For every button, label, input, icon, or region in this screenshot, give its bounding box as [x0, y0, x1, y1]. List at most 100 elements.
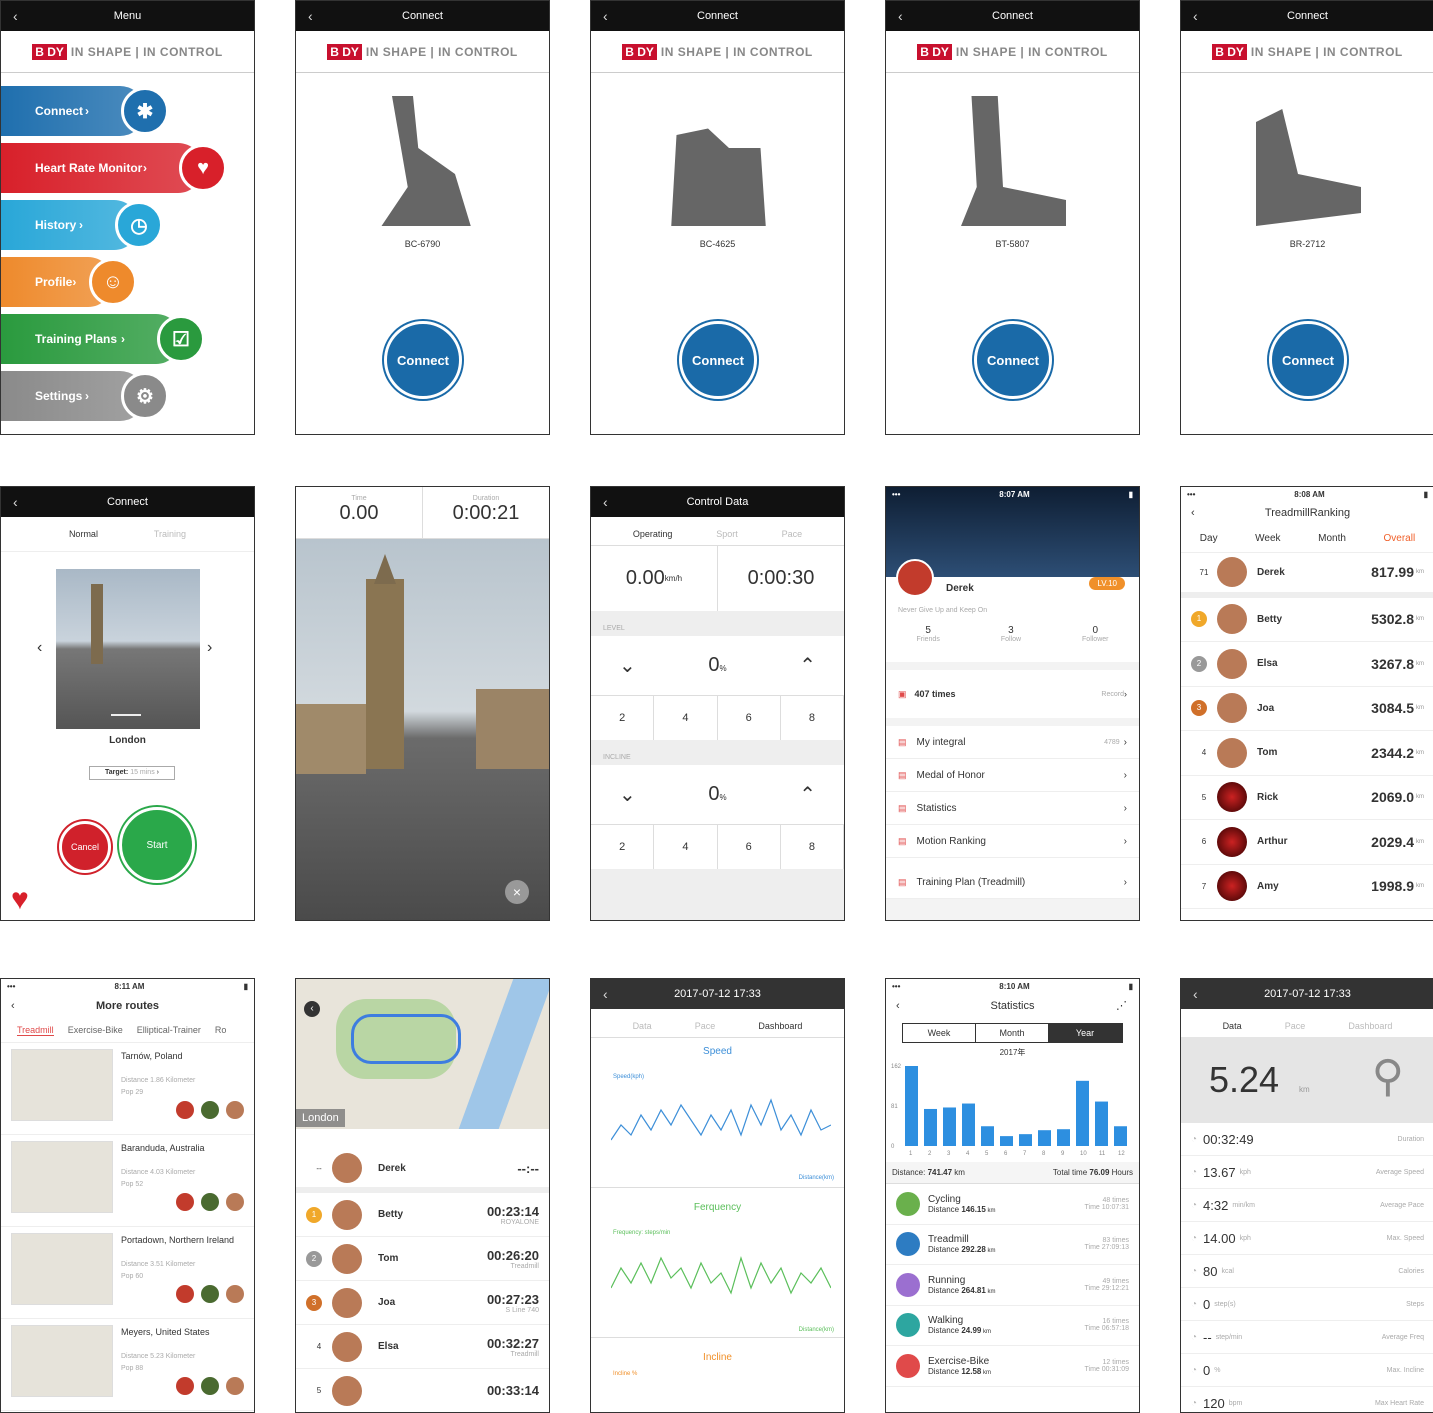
- back-icon[interactable]: ‹: [308, 1, 313, 31]
- back-icon[interactable]: ‹: [13, 487, 18, 517]
- incline-up-icon[interactable]: ⌃: [799, 782, 816, 807]
- tab-normal[interactable]: Normal: [69, 529, 98, 539]
- back-icon[interactable]: ‹: [1193, 1, 1198, 31]
- route-item[interactable]: Portadown, Northern Ireland Distance 3.51…: [1, 1227, 254, 1319]
- ranking-row[interactable]: 5 Rick 2069.0 km: [1181, 776, 1433, 820]
- close-icon[interactable]: ×: [505, 880, 529, 904]
- tab-dashboard[interactable]: Dashboard: [758, 1021, 802, 1031]
- ranking-row[interactable]: 1 Betty 00:23:14 ROYALONE: [296, 1193, 549, 1237]
- profile-stat[interactable]: 0 Follower: [1082, 625, 1108, 643]
- month-bar[interactable]: [962, 1103, 975, 1146]
- month-bar[interactable]: [943, 1107, 956, 1146]
- back-icon[interactable]: ‹: [603, 979, 608, 1009]
- level-up-icon[interactable]: ⌃: [799, 653, 816, 678]
- route-map[interactable]: ‹ London: [296, 979, 549, 1129]
- menu-training-plans-button[interactable]: Training Plans › ☑: [1, 314, 205, 364]
- ranking-row[interactable]: 2 Elsa 3267.8 km: [1181, 642, 1433, 687]
- tab-route-type[interactable]: Ro: [215, 1025, 227, 1036]
- ranking-row[interactable]: 7 Amy 1998.9 km: [1181, 865, 1433, 909]
- ranking-row[interactable]: 5 00:33:14: [296, 1369, 549, 1412]
- back-icon[interactable]: ‹: [898, 1, 903, 31]
- route-item[interactable]: Tarnów, Poland Distance 1.86 Kilometer Pop…: [1, 1043, 254, 1135]
- profile-menu-item[interactable]: ▤ Training Plan (Treadmill) ›: [886, 866, 1139, 899]
- profile-menu-item[interactable]: ▤ My integral 4789 ›: [886, 726, 1139, 759]
- tab-training[interactable]: Training: [154, 529, 186, 539]
- level-preset-2[interactable]: 2: [591, 696, 655, 740]
- month-bar[interactable]: [1076, 1080, 1089, 1146]
- back-icon[interactable]: ‹: [603, 487, 608, 517]
- connect-button[interactable]: Connect: [974, 321, 1052, 399]
- connect-button[interactable]: Connect: [679, 321, 757, 399]
- prev-route-icon[interactable]: ‹: [37, 639, 42, 657]
- route-item[interactable]: Baranduda, Australia Distance 4.03 Kilome…: [1, 1135, 254, 1227]
- cancel-button[interactable]: Cancel: [59, 821, 111, 873]
- tab-pace[interactable]: Pace: [695, 1021, 716, 1031]
- tab-sport[interactable]: Sport: [716, 529, 738, 539]
- activity-row[interactable]: Walking Distance 24.99 km 16 times Time 06:…: [886, 1306, 1139, 1346]
- tab-week[interactable]: Week: [903, 1024, 976, 1042]
- tab-year[interactable]: Year: [1049, 1024, 1122, 1042]
- tab-month[interactable]: Month: [1318, 533, 1346, 544]
- ranking-row[interactable]: 6 Arthur 2029.4 km: [1181, 820, 1433, 865]
- avatar[interactable]: [896, 559, 934, 597]
- back-icon[interactable]: ‹: [13, 1, 18, 31]
- month-bar[interactable]: [981, 1126, 994, 1146]
- level-preset-4[interactable]: 4: [654, 696, 718, 740]
- month-bar[interactable]: [924, 1108, 937, 1146]
- tab-overall[interactable]: Overall: [1384, 533, 1416, 544]
- activity-row[interactable]: Running Distance 264.81 km 49 times Time 29…: [886, 1265, 1139, 1306]
- tab-operating[interactable]: Operating: [633, 529, 673, 539]
- tab-day[interactable]: Day: [1200, 533, 1218, 544]
- ranking-row[interactable]: 4 Tom 2344.2 km: [1181, 731, 1433, 776]
- tab-month[interactable]: Month: [976, 1024, 1049, 1042]
- back-icon[interactable]: ‹: [603, 1, 608, 31]
- menu-profile-button[interactable]: Profile › ☺: [1, 257, 137, 307]
- incline-preset-6[interactable]: 6: [718, 825, 781, 869]
- month-bar[interactable]: [1019, 1134, 1032, 1146]
- tab-route-type[interactable]: Treadmill: [17, 1025, 54, 1036]
- target-selector[interactable]: Target: 15 mins ›: [89, 766, 175, 780]
- tab-route-type[interactable]: Exercise-Bike: [68, 1025, 123, 1036]
- ranking-row[interactable]: 4 Elsa 00:32:27 Treadmill: [296, 1325, 549, 1369]
- month-bar[interactable]: [1095, 1101, 1108, 1146]
- share-icon[interactable]: ⋰: [1116, 993, 1127, 1019]
- ranking-row[interactable]: 3 Joa 00:27:23 S Line 740: [296, 1281, 549, 1325]
- tab-route-type[interactable]: Elliptical-Trainer: [137, 1025, 201, 1036]
- activity-row[interactable]: Cycling Distance 146.15 km 48 times Time 10…: [886, 1184, 1139, 1225]
- back-icon[interactable]: ‹: [304, 1001, 320, 1017]
- month-bar[interactable]: [905, 1066, 918, 1146]
- incline-down-icon[interactable]: ⌄: [619, 782, 636, 807]
- connect-button[interactable]: Connect: [1269, 321, 1347, 399]
- start-button[interactable]: Start: [119, 807, 195, 883]
- back-icon[interactable]: ‹: [1191, 501, 1195, 525]
- profile-menu-item[interactable]: ▤ Medal of Honor ›: [886, 759, 1139, 792]
- record-row[interactable]: ▣ 407 times Record ›: [886, 670, 1139, 718]
- ranking-row[interactable]: 71 Derek 817.99 km: [1181, 553, 1433, 598]
- back-icon[interactable]: ‹: [11, 993, 15, 1019]
- level-down-icon[interactable]: ⌄: [619, 653, 636, 678]
- level-preset-6[interactable]: 6: [718, 696, 781, 740]
- menu-history-button[interactable]: History › ◷: [1, 200, 163, 250]
- menu-heart-rate-monitor-button[interactable]: Heart Rate Monitor › ♥: [1, 143, 227, 193]
- month-bar[interactable]: [1000, 1136, 1013, 1146]
- menu-connect-button[interactable]: Connect › ✱: [1, 86, 169, 136]
- month-bar[interactable]: [1057, 1129, 1070, 1146]
- incline-preset-4[interactable]: 4: [654, 825, 718, 869]
- menu-settings-button[interactable]: Settings › ⚙: [1, 371, 169, 421]
- tab-data[interactable]: Data: [1223, 1021, 1242, 1031]
- heart-rate-icon[interactable]: ♥: [11, 885, 29, 915]
- profile-stat[interactable]: 5 Friends: [916, 625, 939, 643]
- tab-pace[interactable]: Pace: [782, 529, 803, 539]
- month-bar[interactable]: [1038, 1130, 1051, 1146]
- tab-week[interactable]: Week: [1255, 533, 1280, 544]
- level-preset-8[interactable]: 8: [781, 696, 844, 740]
- profile-menu-item[interactable]: ▤ Statistics ›: [886, 792, 1139, 825]
- tab-data[interactable]: Data: [633, 1021, 652, 1031]
- month-bar[interactable]: [1114, 1126, 1127, 1146]
- ranking-row[interactable]: 1 Betty 5302.8 km: [1181, 598, 1433, 642]
- profile-stat[interactable]: 3 Follow: [1001, 625, 1021, 643]
- next-route-icon[interactable]: ›: [207, 639, 212, 657]
- ranking-row[interactable]: 2 Tom 00:26:20 Treadmill: [296, 1237, 549, 1281]
- activity-row[interactable]: Exercise-Bike Distance 12.58 km 12 times Ti…: [886, 1346, 1139, 1387]
- profile-menu-item[interactable]: ▤ Motion Ranking ›: [886, 825, 1139, 858]
